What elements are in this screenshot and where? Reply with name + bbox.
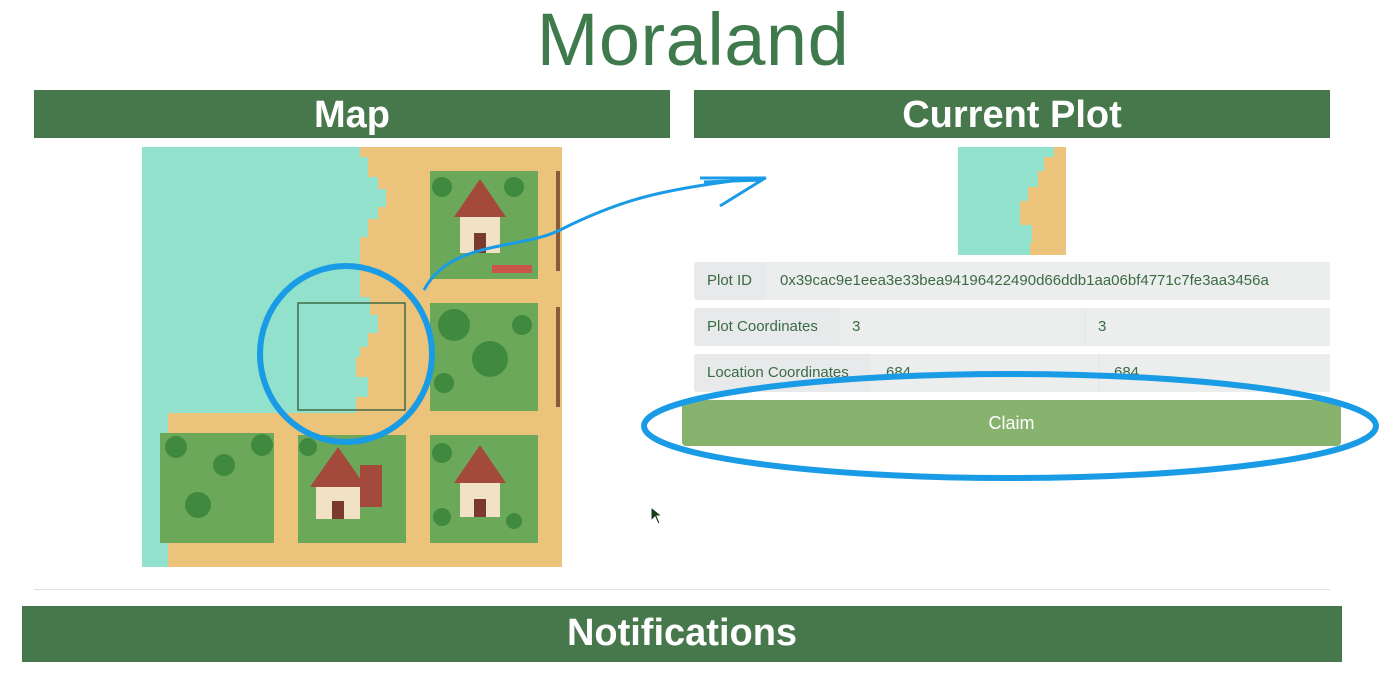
plot-coordinates-label: Plot Coordinates — [707, 318, 818, 335]
claim-button[interactable]: Claim — [682, 400, 1341, 446]
map-canvas[interactable] — [142, 147, 562, 567]
plot-coordinates-x[interactable]: 3 — [840, 308, 1084, 346]
plot-coordinates-y[interactable]: 3 — [1086, 308, 1330, 346]
location-coordinates-label: Location Coordinates — [707, 364, 849, 381]
location-coordinates-y[interactable]: 684 — [1100, 354, 1330, 392]
selected-plot-outline — [297, 302, 406, 411]
notifications-header: Notifications — [22, 606, 1342, 662]
plot-coordinates-row: Plot Coordinates 3 3 — [694, 308, 1330, 346]
plot-id-label: Plot ID — [707, 272, 753, 289]
house-icon — [310, 447, 382, 519]
map-header: Map — [34, 90, 670, 138]
plot-id-value[interactable]: 0x39cac9e1eea3e33bea94196422490d66ddb1aa… — [766, 262, 1330, 300]
app-title: Moraland — [536, 0, 850, 81]
current-plot-header: Current Plot — [694, 90, 1330, 138]
current-plot-thumbnail — [958, 147, 1066, 255]
plot-id-row: Plot ID 0x39cac9e1eea3e33bea94196422490d… — [694, 262, 1330, 300]
location-coordinates-row: Location Coordinates 684 684 — [694, 354, 1330, 392]
house-icon — [454, 179, 506, 253]
location-coordinates-x[interactable]: 684 — [870, 354, 1098, 392]
section-divider — [34, 589, 1330, 590]
house-icon — [454, 445, 506, 517]
cursor-icon — [650, 506, 664, 525]
